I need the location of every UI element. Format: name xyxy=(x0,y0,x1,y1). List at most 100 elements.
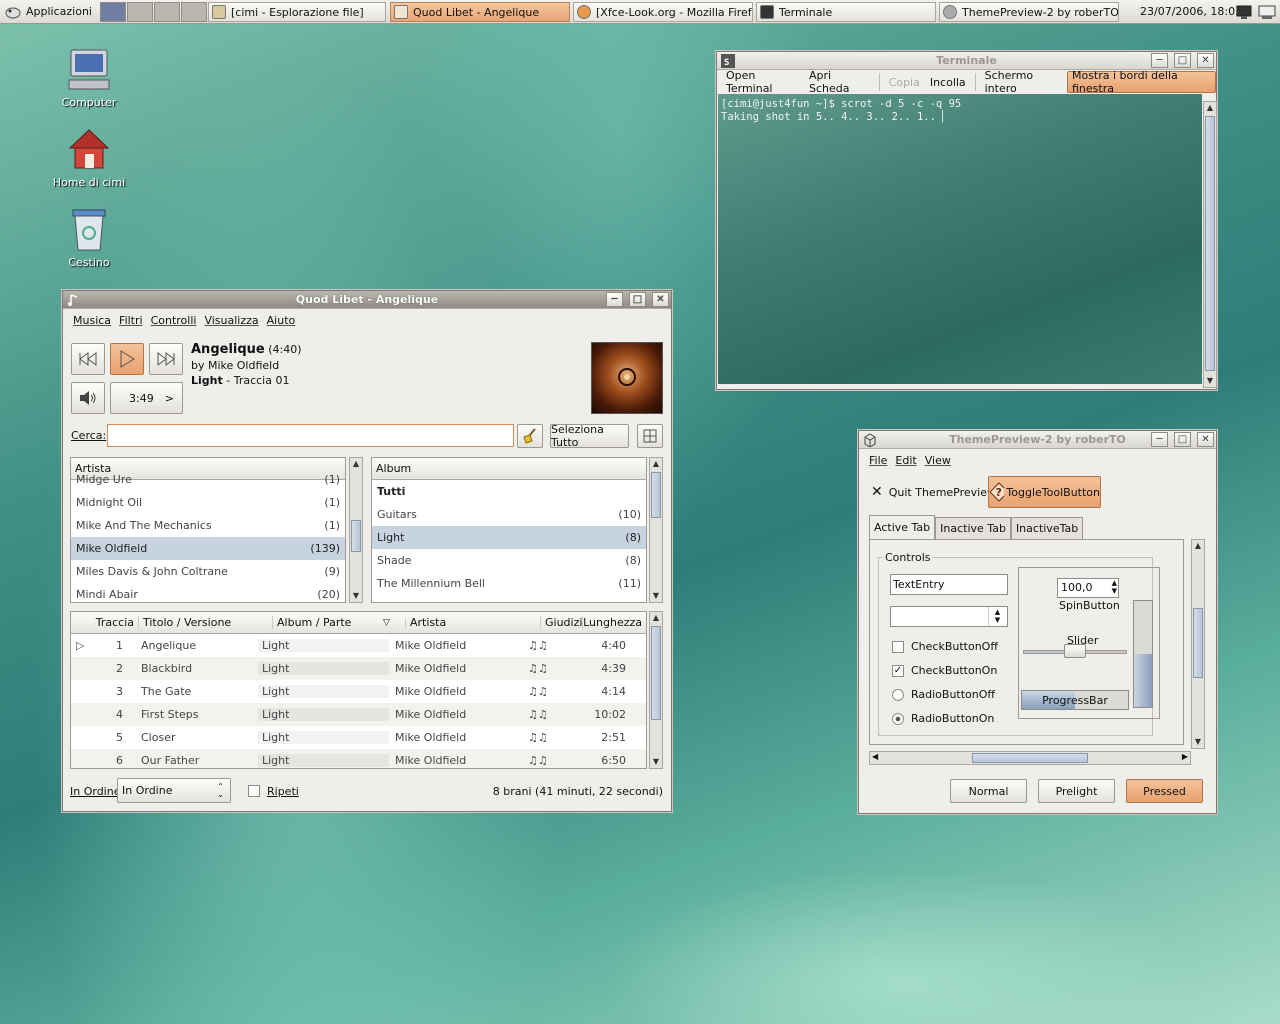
workspace-pager[interactable] xyxy=(99,1,208,22)
scroll-down-icon[interactable]: ▼ xyxy=(1192,736,1204,748)
open-terminal-button[interactable]: Open Terminal xyxy=(721,69,804,95)
track-table[interactable]: Traccia Titolo / Versione Album / Parte … xyxy=(70,611,647,769)
artist-scrollbar[interactable]: ▲ ▼ xyxy=(349,457,363,603)
prelight-button[interactable]: Prelight xyxy=(1038,779,1115,803)
table-row[interactable]: 4 First Steps Light Mike Oldfield ♫♫ 10:02 xyxy=(71,703,646,726)
close-button[interactable]: ✕ xyxy=(1197,53,1214,68)
scroll-up-icon[interactable]: ▲ xyxy=(1192,540,1204,552)
combo-entry[interactable]: ▲ ▼ xyxy=(890,606,1008,627)
tab-inactive-1[interactable]: Inactive Tab xyxy=(935,517,1011,539)
normal-button[interactable]: Normal xyxy=(950,779,1027,803)
workspace-4[interactable] xyxy=(180,1,207,22)
table-row[interactable]: ▷ 1 Angelique Light Mike Oldfield ♫♫ 4:40 xyxy=(71,634,646,657)
column-album[interactable]: Album / Parte xyxy=(273,616,383,629)
scroll-thumb[interactable] xyxy=(351,520,361,552)
list-item[interactable]: Midnight Oil (1) xyxy=(71,491,345,514)
spin-arrows-icon[interactable]: ▲ ▼ xyxy=(1112,579,1117,595)
scroll-thumb[interactable] xyxy=(1205,116,1215,371)
task-firefox[interactable]: [Xfce-Look.org - Mozilla Firefox] xyxy=(573,2,753,22)
vertical-scrollbar[interactable]: ▲ ▼ xyxy=(1191,539,1205,749)
album-list[interactable]: Album Tutti Guitars (10) Light (8) Shade (8… xyxy=(371,457,647,603)
maximize-button[interactable]: □ xyxy=(1174,432,1191,447)
scroll-down-icon[interactable]: ▼ xyxy=(350,590,362,602)
desktop-icon-computer[interactable]: Computer xyxy=(49,46,129,109)
workspace-3[interactable] xyxy=(153,1,180,22)
maximize-button[interactable]: □ xyxy=(629,292,646,307)
fullscreen-button[interactable]: Schermo intero xyxy=(980,69,1067,95)
browser-toggle-button[interactable] xyxy=(637,424,663,448)
column-artist[interactable]: Artista xyxy=(406,616,541,629)
scroll-thumb[interactable] xyxy=(651,472,661,518)
workspace-1[interactable] xyxy=(99,1,126,22)
scroll-up-icon[interactable]: ▲ xyxy=(650,458,662,470)
list-item[interactable]: Mike Oldfield (139) xyxy=(71,537,345,560)
scroll-thumb[interactable] xyxy=(972,753,1088,763)
scroll-left-icon[interactable]: ◀ xyxy=(872,752,878,761)
network-icon[interactable] xyxy=(1258,4,1276,20)
paste-button[interactable]: Incolla xyxy=(925,71,971,93)
terminal-titlebar[interactable]: S Terminale ─ □ ✕ xyxy=(717,52,1216,70)
position-button[interactable]: 3:49 > xyxy=(110,382,183,414)
scroll-down-icon[interactable]: ▼ xyxy=(650,756,662,768)
minimize-button[interactable]: ─ xyxy=(606,292,623,307)
list-item[interactable]: Midge Ure (1) xyxy=(71,468,345,491)
scroll-right-icon[interactable]: ▶ xyxy=(1182,752,1188,761)
spin-button[interactable]: 100,0 ▲ ▼ xyxy=(1057,578,1119,598)
radiobutton-off[interactable] xyxy=(892,689,904,701)
themepreview-titlebar[interactable]: ThemePreview-2 by roberTO ─ □ ✕ xyxy=(859,431,1216,449)
repeat-checkbox[interactable] xyxy=(248,785,260,797)
close-button[interactable]: ✕ xyxy=(1197,432,1214,447)
menu-aiuto[interactable]: Aiuto xyxy=(263,314,300,327)
album-scrollbar[interactable]: ▲ ▼ xyxy=(649,457,663,603)
menu-edit[interactable]: Edit xyxy=(891,454,920,467)
play-button[interactable] xyxy=(110,343,144,375)
menu-controlli[interactable]: Controlli xyxy=(147,314,201,327)
show-borders-button[interactable]: Mostra i bordi della finestra xyxy=(1066,69,1216,95)
select-all-button[interactable]: Seleziona Tutto xyxy=(550,423,629,449)
terminal-output[interactable]: [cimi@just4fun ~]$ scrot -d 5 -c -q 95 T… xyxy=(718,94,1202,384)
slider-handle[interactable] xyxy=(1064,644,1086,658)
menu-view[interactable]: View xyxy=(921,454,955,467)
artist-list[interactable]: Artista Midge Ure (1) Midnight Oil (1) Mik… xyxy=(70,457,346,603)
table-row[interactable]: 6 Our Father Light Mike Oldfield ♫♫ 6:50 xyxy=(71,749,646,768)
maximize-button[interactable]: □ xyxy=(1174,53,1191,68)
radiobutton-on[interactable] xyxy=(892,713,904,725)
task-themepreview[interactable]: ThemePreview-2 by roberTO xyxy=(939,2,1119,22)
scroll-up-icon[interactable]: ▲ xyxy=(350,458,362,470)
scroll-up-icon[interactable]: ▲ xyxy=(1204,102,1216,114)
new-tab-button[interactable]: Apri Scheda xyxy=(804,69,875,95)
list-item[interactable]: Shade (8) xyxy=(372,549,646,572)
table-row[interactable]: 3 The Gate Light Mike Oldfield ♫♫ 4:14 xyxy=(71,680,646,703)
menu-visualizza[interactable]: Visualizza xyxy=(200,314,262,327)
text-entry[interactable]: TextEntry xyxy=(890,574,1008,595)
list-item[interactable]: Guitars (10) xyxy=(372,503,646,526)
scroll-down-icon[interactable]: ▼ xyxy=(650,590,662,602)
column-title[interactable]: Titolo / Versione xyxy=(139,616,273,629)
scroll-thumb[interactable] xyxy=(651,626,661,720)
toggle-tool-button[interactable]: ? ToggleToolButton xyxy=(988,476,1101,508)
task-quodlibet[interactable]: Quod Libet - Angelique xyxy=(390,2,570,22)
scroll-thumb[interactable] xyxy=(1193,608,1203,678)
search-input[interactable] xyxy=(107,424,514,447)
terminal-scrollbar[interactable]: ▲ ▼ xyxy=(1203,101,1217,388)
minimize-button[interactable]: ─ xyxy=(1151,432,1168,447)
table-row[interactable]: 2 Blackbird Light Mike Oldfield ♫♫ 4:39 xyxy=(71,657,646,680)
menu-file[interactable]: File xyxy=(865,454,891,467)
horizontal-scrollbar[interactable]: ◀ ▶ xyxy=(869,751,1191,765)
column-length[interactable]: Lunghezza xyxy=(583,616,646,629)
list-item[interactable]: Mindi Abair (20) xyxy=(71,583,345,602)
quodlibet-titlebar[interactable]: Quod Libet - Angelique ─ □ ✕ xyxy=(63,291,671,309)
tab-active[interactable]: Active Tab xyxy=(869,515,936,539)
task-terminal[interactable]: Terminale xyxy=(756,2,936,22)
desktop-icon-home[interactable]: Home di cimi xyxy=(49,126,129,189)
close-button[interactable]: ✕ xyxy=(652,292,669,307)
album-cover[interactable] xyxy=(591,342,663,414)
next-button[interactable] xyxy=(149,343,183,375)
sort-chevron-down-icon[interactable]: ▽ xyxy=(383,617,406,628)
order-select[interactable]: In Ordine ⌃ ⌄ xyxy=(117,778,231,803)
minimize-button[interactable]: ─ xyxy=(1151,53,1168,68)
list-item[interactable]: Light (8) xyxy=(372,526,646,549)
tab-inactive-2[interactable]: InactiveTab xyxy=(1010,517,1084,539)
scroll-down-icon[interactable]: ▼ xyxy=(1204,375,1216,387)
list-item[interactable]: Miles Davis & John Coltrane (9) xyxy=(71,560,345,583)
